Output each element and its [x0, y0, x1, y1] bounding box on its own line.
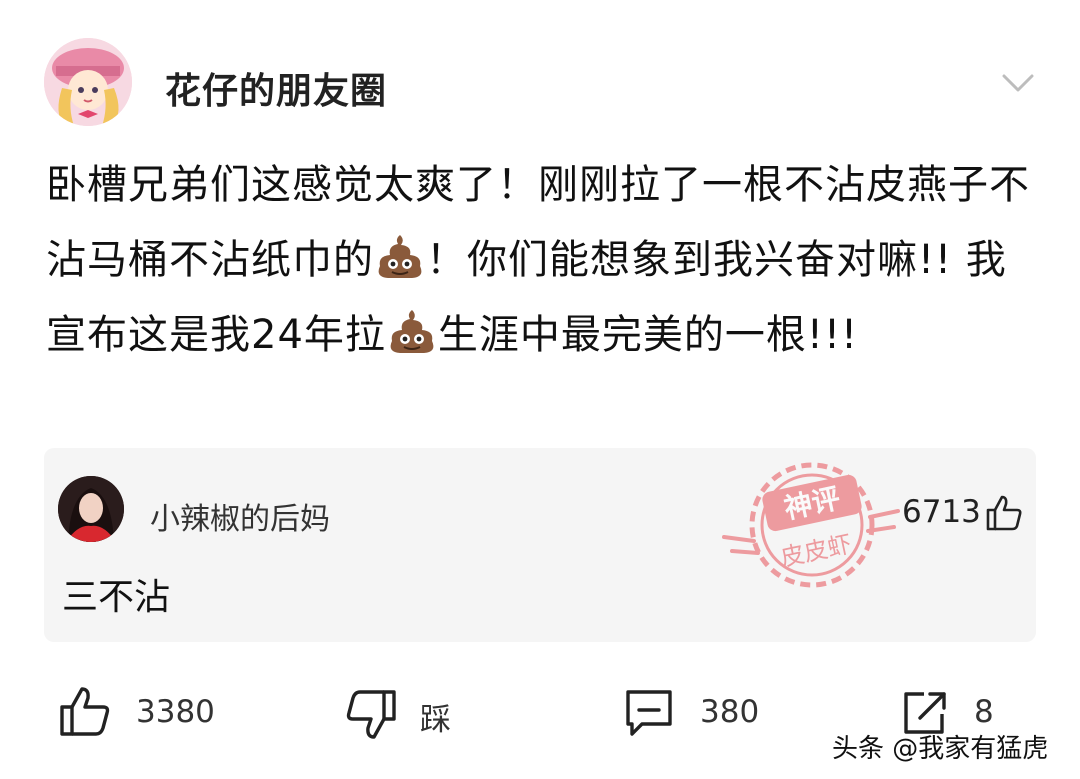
thumbs-down-icon — [346, 690, 396, 739]
comment-like-count: 6713 — [902, 494, 981, 530]
post-text-part-3: 生涯中最完美的一根!!! — [437, 312, 859, 358]
like-button[interactable] — [58, 684, 112, 738]
like-count: 3380 — [136, 694, 215, 730]
author-avatar[interactable] — [44, 38, 132, 126]
dislike-label[interactable]: 踩 — [420, 694, 451, 739]
comment-count: 380 — [700, 694, 760, 730]
poo-emoji-icon — [374, 231, 426, 281]
chevron-down-icon[interactable] — [996, 66, 1040, 100]
source-watermark: 头条 @我家有猛虎 — [832, 734, 1049, 764]
commenter-username[interactable]: 小辣椒的后妈 — [150, 494, 330, 538]
post-text: 卧槽兄弟们这感觉太爽了！刚刚拉了一根不沾皮燕子不沾马桶不沾纸巾的 ！你们能想象到我… — [46, 148, 1036, 373]
thumbs-up-icon — [60, 687, 110, 736]
comment-icon — [626, 690, 672, 736]
poo-emoji-icon — [386, 306, 438, 356]
thumbs-up-icon[interactable] — [984, 493, 1024, 533]
comment-text: 三不沾 — [62, 577, 171, 618]
share-count: 8 — [974, 694, 994, 730]
dislike-button[interactable] — [344, 688, 398, 742]
hot-comment-badge: 神评 皮皮虾 — [718, 455, 906, 595]
author-username[interactable]: 花仔的朋友圈 — [165, 62, 387, 114]
comment-button[interactable] — [622, 686, 676, 740]
commenter-avatar[interactable] — [58, 476, 124, 542]
